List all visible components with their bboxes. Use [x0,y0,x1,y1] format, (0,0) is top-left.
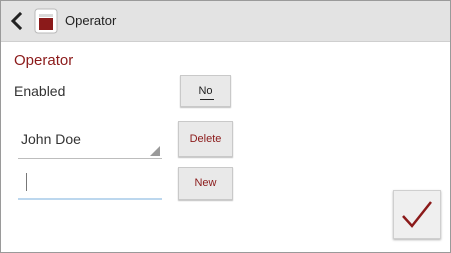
action-bar: Operator [1,1,450,42]
operator-dropdown[interactable]: John Doe [18,127,162,159]
enabled-toggle-label: No [198,85,213,97]
checkmark-icon [402,201,432,228]
new-button-label: New [194,177,217,189]
toggle-indicator [200,99,214,100]
new-button[interactable]: New [178,167,233,200]
operator-screen: Operator Operator Enabled No John Doe De… [0,0,451,253]
confirm-button[interactable] [393,190,441,239]
chevron-left-icon[interactable] [7,9,27,33]
operator-name-input[interactable] [18,169,162,200]
actionbar-title: Operator [65,13,117,28]
app-icon [34,8,58,34]
enabled-label: Enabled [14,83,66,99]
dropdown-arrow-icon [150,146,160,156]
operator-dropdown-value: John Doe [21,131,81,147]
text-cursor [26,173,27,191]
enabled-toggle-button[interactable]: No [180,75,231,107]
delete-button-label: Delete [189,133,222,145]
section-title: Operator [14,52,74,69]
delete-button[interactable]: Delete [178,121,233,157]
